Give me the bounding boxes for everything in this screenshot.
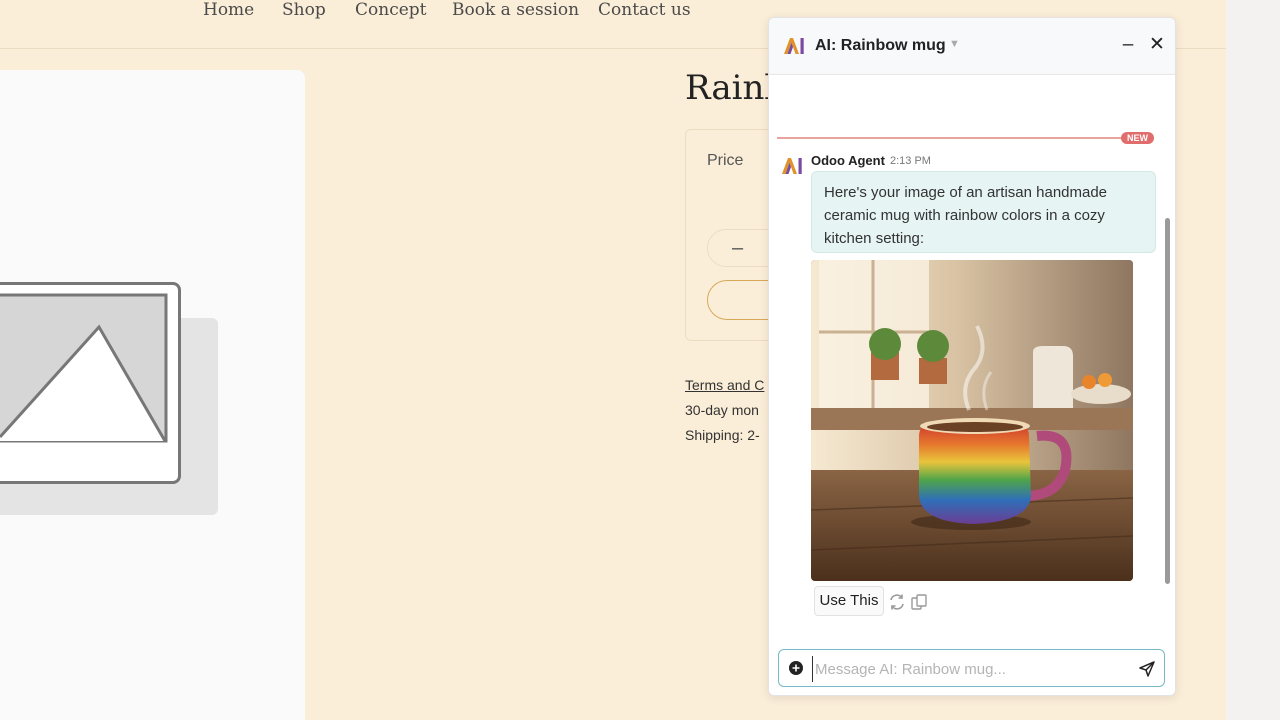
close-icon[interactable]: ✕: [1146, 32, 1168, 58]
chat-scrollbar[interactable]: [1165, 218, 1170, 584]
copy-icon[interactable]: [910, 593, 928, 611]
send-icon[interactable]: [1138, 660, 1156, 678]
use-this-button[interactable]: Use This: [814, 586, 884, 616]
agent-avatar-icon: [782, 158, 802, 174]
terms-link[interactable]: Terms and C: [685, 377, 764, 393]
minimize-icon[interactable]: –: [1117, 32, 1139, 58]
guarantee-text: 30-day mon: [685, 402, 759, 418]
shipping-text: Shipping: 2-: [685, 427, 760, 443]
generated-mug-image[interactable]: [811, 260, 1133, 581]
nav-contact-us[interactable]: Contact us: [598, 0, 691, 20]
price-label: Price: [707, 152, 744, 169]
new-badge: NEW: [1121, 132, 1154, 144]
right-edge-background: [1226, 0, 1280, 720]
ai-chat-window: AI: Rainbow mug ▼ – ✕ NEW Odoo Agent 2:1…: [768, 17, 1176, 696]
refresh-icon[interactable]: [888, 593, 906, 611]
chat-title: AI: Rainbow mug: [815, 37, 946, 54]
message-bubble: Here's your image of an artisan handmade…: [811, 171, 1156, 253]
nav-home[interactable]: Home: [203, 0, 254, 20]
image-placeholder-icon: [0, 282, 181, 484]
nav-concept[interactable]: Concept: [355, 0, 427, 20]
chevron-down-icon[interactable]: ▼: [949, 38, 960, 50]
ai-logo-icon: [784, 38, 804, 54]
message-input[interactable]: [812, 656, 1127, 682]
message-author: Odoo Agent: [811, 153, 885, 168]
chat-header: AI: Rainbow mug ▼ – ✕: [769, 18, 1175, 75]
plus-circle-icon[interactable]: [788, 660, 804, 676]
nav-book-a-session[interactable]: Book a session: [452, 0, 579, 20]
message-composer: [778, 649, 1165, 687]
nav-shop[interactable]: Shop: [282, 0, 326, 20]
message-timestamp: 2:13 PM: [890, 155, 931, 167]
new-messages-separator: [777, 137, 1153, 139]
